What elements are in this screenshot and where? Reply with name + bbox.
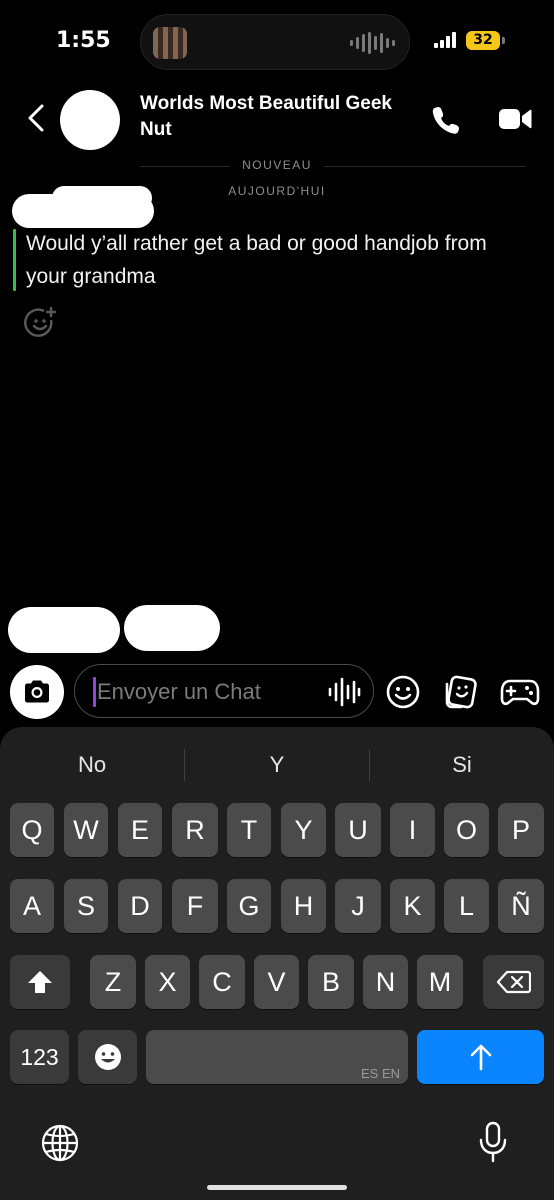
key-m[interactable]: M [417, 955, 463, 1009]
chat-title[interactable]: Worlds Most Beautiful Geek Nut [140, 91, 400, 143]
key-z[interactable]: Z [90, 955, 136, 1009]
emoji-icon[interactable] [385, 674, 421, 710]
message-accent-bar [13, 229, 16, 291]
message-text[interactable]: Would y’all rather get a bad or good han… [26, 227, 526, 293]
key-k[interactable]: K [390, 879, 435, 933]
phone-icon[interactable] [430, 104, 462, 136]
key-n[interactable]: N [363, 955, 408, 1009]
key-n-tilde[interactable]: Ñ [498, 879, 544, 933]
key-q[interactable]: Q [10, 803, 54, 857]
cellular-signal-icon [434, 32, 456, 48]
key-t[interactable]: T [227, 803, 271, 857]
key-a[interactable]: A [10, 879, 54, 933]
key-h[interactable]: H [281, 879, 326, 933]
key-o[interactable]: O [444, 803, 489, 857]
chat-input[interactable]: Envoyer un Chat [74, 664, 374, 718]
key-p[interactable]: P [498, 803, 544, 857]
key-i[interactable]: I [390, 803, 435, 857]
shift-icon [28, 971, 52, 993]
back-chevron-icon[interactable] [22, 102, 50, 134]
key-u[interactable]: U [335, 803, 381, 857]
chat-header: Worlds Most Beautiful Geek Nut [0, 80, 554, 156]
delete-icon [497, 970, 531, 994]
return-arrow-icon [470, 1044, 492, 1071]
key-d[interactable]: D [118, 879, 162, 933]
autocomplete-bar: No Y Si [0, 745, 554, 785]
globe-icon[interactable] [40, 1123, 80, 1163]
key-x[interactable]: X [145, 955, 190, 1009]
dynamic-island[interactable] [140, 14, 410, 70]
home-indicator[interactable] [207, 1185, 347, 1190]
text-caret [93, 677, 96, 707]
now-playing-thumbnail [153, 27, 187, 59]
redacted-bubble [8, 607, 120, 653]
voice-note-icon[interactable] [327, 677, 361, 707]
key-g[interactable]: G [227, 879, 271, 933]
shift-key[interactable] [10, 955, 70, 1009]
emoji-keyboard-key[interactable] [78, 1030, 137, 1084]
emoji-keyboard-icon [95, 1044, 121, 1070]
sticker-icon[interactable] [443, 674, 479, 710]
numbers-key[interactable]: 123 [10, 1030, 69, 1084]
key-e[interactable]: E [118, 803, 162, 857]
suggestion-2[interactable]: Y [185, 745, 369, 785]
battery-level: 32 [466, 31, 500, 50]
key-v[interactable]: V [254, 955, 299, 1009]
camera-icon [25, 680, 49, 703]
new-messages-label: NOUVEAU [0, 158, 554, 172]
camera-button[interactable] [10, 665, 64, 719]
redacted-sender-name [12, 194, 154, 228]
suggestion-3[interactable]: Si [370, 745, 554, 785]
status-time: 1:55 [56, 28, 111, 53]
microphone-icon[interactable] [478, 1121, 508, 1163]
chat-input-placeholder: Envoyer un Chat [97, 679, 261, 704]
audio-waveform-icon [350, 32, 395, 54]
key-f[interactable]: F [172, 879, 218, 933]
key-s[interactable]: S [64, 879, 108, 933]
key-r[interactable]: R [172, 803, 218, 857]
redacted-bubble [124, 605, 220, 651]
space-bar[interactable]: ES EN [146, 1030, 408, 1084]
status-bar: 1:55 32 [0, 0, 554, 80]
space-language-label: ES EN [360, 1066, 400, 1081]
key-b[interactable]: B [308, 955, 354, 1009]
game-controller-icon[interactable] [500, 675, 540, 709]
avatar[interactable] [60, 90, 120, 150]
key-c[interactable]: C [199, 955, 245, 1009]
send-key[interactable] [417, 1030, 544, 1084]
key-j[interactable]: J [335, 879, 381, 933]
suggestion-1[interactable]: No [0, 745, 184, 785]
delete-key[interactable] [483, 955, 544, 1009]
key-w[interactable]: W [64, 803, 108, 857]
video-camera-icon[interactable] [498, 106, 532, 132]
battery-tip [502, 37, 505, 44]
key-l[interactable]: L [444, 879, 489, 933]
key-y[interactable]: Y [281, 803, 326, 857]
add-reaction-icon[interactable] [24, 306, 58, 340]
on-screen-keyboard: No Y Si Q W E R T Y U I O P A S D F G H … [0, 727, 554, 1200]
